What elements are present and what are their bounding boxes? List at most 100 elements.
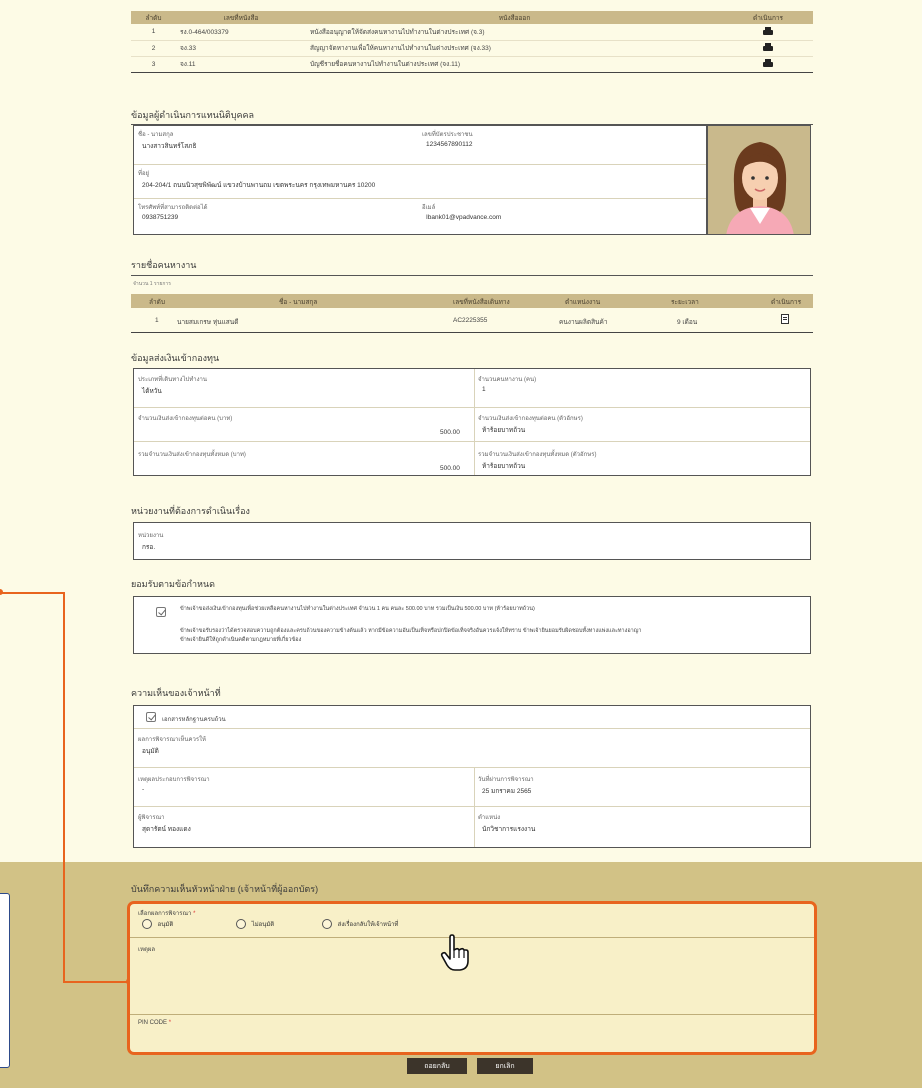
operator-info-box: ชื่อ - นามสกุล นางสาวสินทร์โสภธิ เลขที่บ… bbox=[133, 125, 707, 235]
total-text-label: รวมจำนวนเงินส่งเข้ากองทุนทั้งหมด (ตัวอัก… bbox=[478, 452, 597, 458]
callout-frame-left bbox=[0, 893, 10, 1068]
travel-type-value: ไต้หวัน bbox=[142, 388, 162, 395]
row-divider bbox=[134, 164, 706, 165]
pin-code-input[interactable] bbox=[136, 1030, 808, 1048]
considerer-value: สุดารัตน์ ทองแดง bbox=[142, 826, 191, 833]
back-button[interactable]: ถอยกลับ bbox=[407, 1058, 467, 1074]
position-value: นักวิชาการแรงงาน bbox=[482, 826, 536, 833]
hand-pointer-icon bbox=[440, 934, 469, 971]
terms-line-1: ข้าพเจ้าขอส่งเงินเข้ากองทุนเพื่อช่วยเหลื… bbox=[180, 606, 535, 612]
radio-circle[interactable] bbox=[236, 919, 246, 930]
agency-section-title: หน่วยงานที่ต้องการดำเนินเรื่อง bbox=[131, 506, 250, 516]
workers-count: จำนวน 1 รายการ bbox=[133, 281, 171, 287]
date-label: วันที่ผ่านการพิจารณา bbox=[478, 777, 534, 783]
row-doc-no: จง.11 bbox=[176, 56, 306, 73]
documents-complete-label: เอกสารหลักฐานครบถ้วน bbox=[162, 717, 226, 723]
agency-value: กรอ. bbox=[142, 544, 156, 551]
radio-approve-label: อนุมัติ bbox=[157, 922, 174, 928]
date-value: 25 มกราคม 2565 bbox=[482, 788, 532, 795]
pin-code-label: PIN CODE * bbox=[138, 1020, 171, 1026]
col-header-no: ลำดับ bbox=[131, 11, 176, 24]
row-no: 1 bbox=[155, 317, 159, 324]
total-text-value: ห้าร้อยบาทถ้วน bbox=[482, 463, 526, 470]
callout-connector-vertical bbox=[63, 592, 65, 983]
row-passport: AC2225355 bbox=[453, 317, 488, 324]
col-header-duration: ระยะเวลา bbox=[671, 299, 699, 306]
operator-section-title: ข้อมูลผู้ดำเนินการแทนนิติบุคคล bbox=[131, 110, 255, 120]
callout-connector-bottom bbox=[63, 981, 130, 983]
document-icon[interactable] bbox=[781, 314, 789, 324]
reason-label: เหตุผลประกอบการพิจารณา bbox=[138, 777, 210, 783]
row-divider bbox=[134, 407, 810, 408]
row-no: 3 bbox=[131, 56, 176, 73]
person-avatar-icon bbox=[726, 142, 794, 234]
col-header-no: ลำดับ bbox=[149, 299, 165, 306]
position-label: ตำแหน่ง bbox=[478, 815, 501, 821]
col-header-doc-no: เลขที่หนังสือ bbox=[176, 11, 306, 24]
per-person-text-label: จำนวนเงินส่งเข้ากองทุนต่อคน (ตัวอักษร) bbox=[478, 416, 583, 422]
per-person-label: จำนวนเงินส่งเข้ากองทุนต่อคน (บาท) bbox=[138, 416, 233, 422]
terms-section-title: ยอมรับตามข้อกำหนด bbox=[131, 579, 215, 589]
row-duration: 9 เดือน bbox=[677, 319, 698, 326]
col-header-name: ชื่อ - นามสกุล bbox=[279, 299, 318, 306]
id-label: เลขที่บัตรประชาชน bbox=[422, 132, 473, 138]
cancel-button[interactable]: ยกเลิก bbox=[477, 1058, 533, 1074]
reason-value: - bbox=[142, 786, 145, 793]
address-value: 204-204/1 ถนนนิวสุขพิพัฒน์ แขวงบ้านพานถม… bbox=[142, 182, 376, 189]
row-divider bbox=[134, 198, 706, 199]
row-doc-title: หนังสืออนุญาตให้จัดส่งคนหางานไปทำงานในต่… bbox=[306, 24, 723, 41]
row-no: 2 bbox=[131, 40, 176, 57]
row-doc-title: บัญชีรายชื่อคนหางานไปทำงานในต่างประเทศ (… bbox=[306, 56, 723, 73]
result-label: ผลการพิจารณาเห็นควรให้ bbox=[138, 737, 207, 743]
workers-count-label: จำนวนคนหางาน (คน) bbox=[478, 377, 537, 383]
row-doc-title: สัญญาจัดหางานเพื่อให้คนหางานไปทำงานในต่า… bbox=[306, 40, 723, 57]
page: ลำดับ เลขที่หนังสือ หนังสือออก ดำเนินการ… bbox=[0, 0, 922, 1088]
radio-circle[interactable] bbox=[322, 919, 332, 930]
required-mark: * bbox=[168, 1020, 172, 1026]
column-divider bbox=[474, 767, 475, 847]
name-value: นางสาวสินทร์โสภธิ bbox=[142, 143, 197, 150]
row-doc-no: รง.0-464/003379 bbox=[176, 24, 306, 41]
table-row: 2 จง.33 สัญญาจัดหางานเพื่อให้คนหางานไปทำ… bbox=[131, 40, 813, 57]
documents-complete-checkbox[interactable] bbox=[146, 712, 156, 722]
row-no: 1 bbox=[131, 24, 176, 41]
agency-label: หน่วยงาน bbox=[138, 533, 164, 539]
terms-line-3: ข้าพเจ้ายินดีให้ถูกดำเนินคดีตามกฎหมายที่… bbox=[180, 637, 302, 643]
per-person-text-value: ห้าร้อยบาทถ้วน bbox=[482, 427, 526, 434]
travel-type-label: ประเภทที่เดินทางไปทำงาน bbox=[138, 377, 208, 383]
id-value: 1234567890112 bbox=[426, 141, 473, 148]
terms-checkbox[interactable] bbox=[156, 607, 166, 617]
row-name: นายสมเกรษ หุ่นแสนดี bbox=[177, 319, 239, 326]
radio-return[interactable]: ส่งเรื่องกลับให้เจ้าหน้าที่ bbox=[322, 919, 399, 930]
table-row: 1 รง.0-464/003379 หนังสืออนุญาตให้จัดส่ง… bbox=[131, 24, 813, 41]
row-position: คนงานผลิตสินค้า bbox=[559, 319, 608, 326]
email-value: Ibank01@vpadvance.com bbox=[426, 214, 502, 221]
callout-connector-top bbox=[0, 592, 64, 594]
radio-return-label: ส่งเรื่องกลับให้เจ้าหน้าที่ bbox=[337, 922, 399, 928]
required-mark: * bbox=[193, 911, 196, 917]
section-divider bbox=[131, 275, 813, 276]
address-label: ที่อยู่ bbox=[138, 171, 150, 177]
pin-code-text: PIN CODE bbox=[138, 1020, 168, 1026]
row-divider bbox=[134, 441, 810, 442]
printer-icon[interactable] bbox=[763, 43, 773, 51]
col-header-passport: เลขที่หนังสือเดินทาง bbox=[453, 299, 510, 306]
table-row: 1 นายสมเกรษ หุ่นแสนดี AC2225355 คนงานผลิ… bbox=[131, 309, 813, 333]
row-divider bbox=[134, 806, 810, 807]
phone-value: 0938751239 bbox=[142, 214, 179, 221]
radio-reject[interactable]: ไม่อนุมัติ bbox=[236, 919, 275, 930]
select-result-label: เลือกผลการพิจารณา * bbox=[138, 908, 195, 918]
radio-approve[interactable]: อนุมัติ bbox=[142, 919, 174, 930]
fund-info-box: ประเภทที่เดินทางไปทำงาน ไต้หวัน จำนวนคนห… bbox=[133, 368, 811, 476]
printer-icon[interactable] bbox=[763, 59, 773, 67]
email-label: อีเมล์ bbox=[422, 205, 436, 211]
terms-box: ข้าพเจ้าขอส่งเงินเข้ากองทุนเพื่อช่วยเหลื… bbox=[133, 596, 811, 654]
per-person-value: 500.00 bbox=[440, 429, 460, 436]
printer-icon[interactable] bbox=[763, 26, 773, 35]
radio-circle[interactable] bbox=[142, 919, 152, 930]
head-note-form: เลือกผลการพิจารณา * อนุมัติ ไม่อนุมัติ ส… bbox=[127, 901, 817, 1055]
table-row: 3 จง.11 บัญชีรายชื่อคนหางานไปทำงานในต่าง… bbox=[131, 56, 813, 73]
workers-section-title: รายชื่อคนหางาน bbox=[131, 260, 197, 270]
officer-section-title: ความเห็นของเจ้าหน้าที่ bbox=[131, 688, 221, 698]
radio-reject-label: ไม่อนุมัติ bbox=[251, 922, 275, 928]
